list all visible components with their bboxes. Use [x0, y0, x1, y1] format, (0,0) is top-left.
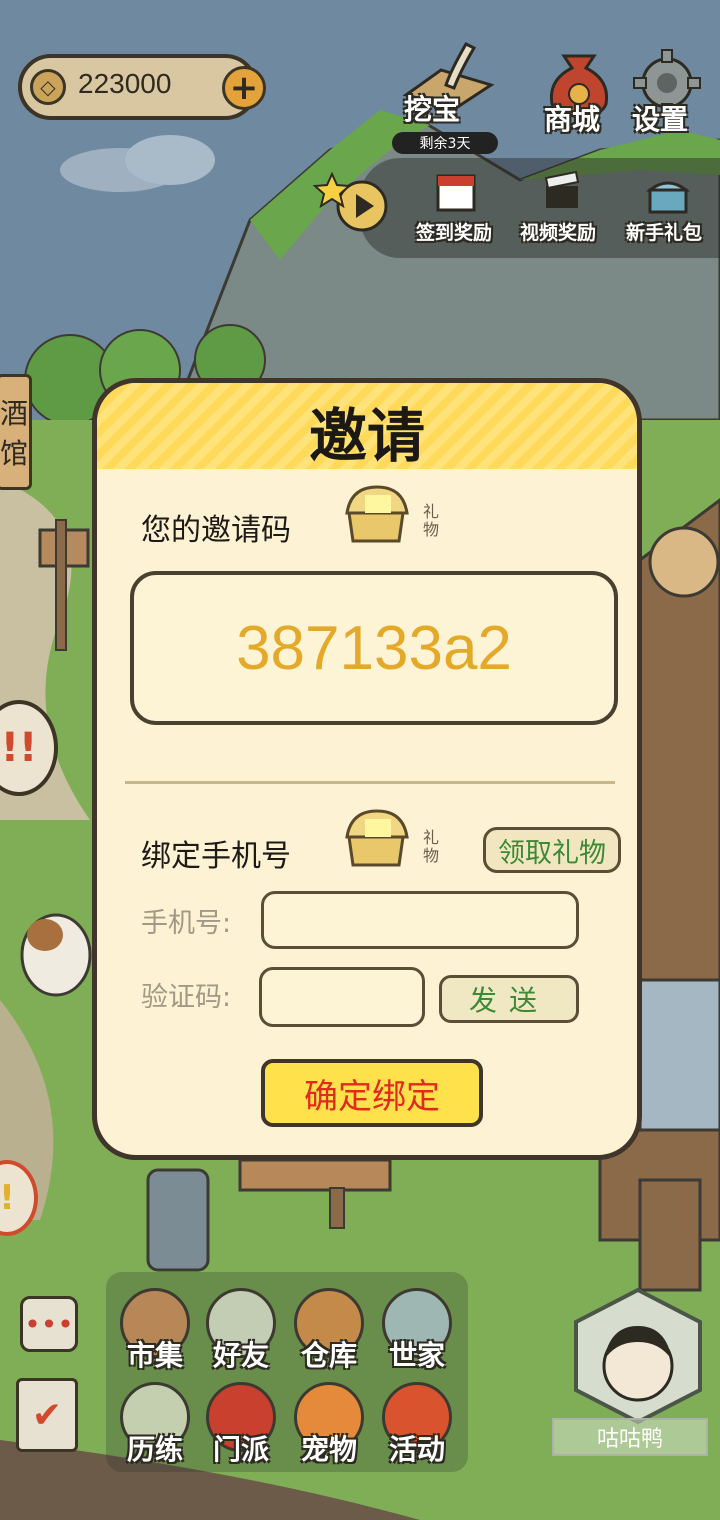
phone-label: 手机号:: [141, 908, 232, 939]
treasure-remaining-badge: 剩余3天: [392, 132, 498, 154]
bind-gift-chest-icon: [345, 809, 409, 867]
menu-warehouse[interactable]: 仓库: [284, 1288, 374, 1378]
add-currency-button[interactable]: +: [222, 66, 266, 110]
currency-amount: 223000: [78, 68, 172, 99]
tavern-sign-line1: 酒: [0, 397, 28, 430]
newbie-gift-button[interactable]: 新手礼包: [622, 170, 714, 250]
calendar-icon: [436, 174, 476, 212]
chat-icon: •••: [24, 1307, 74, 1341]
verify-code-input[interactable]: [259, 967, 425, 1027]
send-code-button[interactable]: 发送: [439, 975, 579, 1023]
checkmark-icon: ✔: [31, 1394, 63, 1436]
task-button[interactable]: ✔: [16, 1378, 78, 1452]
chest-icon: [646, 181, 690, 214]
menu-events[interactable]: 活动: [372, 1382, 462, 1472]
video-reward-button[interactable]: 视频奖励: [516, 170, 608, 250]
gift-chest-icon: [345, 485, 409, 543]
chat-button[interactable]: •••: [20, 1296, 78, 1352]
menu-sect-label: 门派: [212, 1433, 269, 1466]
claim-gift-button[interactable]: 领取礼物: [483, 827, 621, 873]
tavern-sign-line2: 馆: [0, 437, 28, 470]
shop-label: 商城: [544, 103, 601, 136]
menu-pet-label: 宠物: [300, 1433, 357, 1466]
menu-clan-label: 世家: [388, 1339, 445, 1372]
menu-training-label: 历练: [126, 1433, 183, 1466]
phone-input[interactable]: [261, 891, 579, 949]
shop-button[interactable]: 商城: [538, 48, 618, 138]
section-divider: [125, 781, 615, 784]
dialog-title: 邀请: [308, 402, 425, 470]
confirm-bind-button[interactable]: 确定绑定: [261, 1059, 483, 1127]
invite-dialog: 邀请 您的邀请码 礼物 387133a2 绑定手机号 礼物 领取礼物 手机号: …: [92, 378, 642, 1160]
menu-training[interactable]: 历练: [110, 1382, 200, 1472]
menu-events-label: 活动: [388, 1433, 445, 1466]
video-reward-label: 视频奖励: [520, 222, 597, 244]
signin-reward-label: 签到奖励: [416, 222, 493, 244]
menu-sect[interactable]: 门派: [196, 1382, 286, 1472]
invite-code-label: 您的邀请码: [141, 513, 291, 548]
treasure-label: 挖宝: [404, 93, 461, 126]
settings-label: 设置: [632, 103, 689, 136]
menu-friends-label: 好友: [212, 1339, 269, 1372]
menu-warehouse-label: 仓库: [300, 1339, 357, 1372]
star-play-icon: [312, 171, 388, 232]
menu-market-label: 市集: [126, 1339, 183, 1372]
invite-code-display: 387133a2: [130, 571, 618, 725]
menu-market[interactable]: 市集: [110, 1288, 200, 1378]
settings-button[interactable]: 设置: [628, 48, 708, 138]
player-avatar[interactable]: [570, 1286, 706, 1426]
menu-friends[interactable]: 好友: [196, 1288, 286, 1378]
gift-label: 礼物: [423, 502, 440, 539]
bind-gift-label: 礼物: [423, 828, 440, 865]
newbie-gift-label: 新手礼包: [626, 222, 703, 244]
treasure-button[interactable]: 挖宝: [396, 40, 500, 130]
verify-code-label: 验证码:: [141, 982, 232, 1013]
tavern-sign[interactable]: 酒 馆: [0, 374, 32, 490]
clapperboard-icon: [544, 170, 580, 208]
bind-phone-label: 绑定手机号: [141, 839, 291, 874]
player-name: 咕咕鸭: [552, 1418, 708, 1456]
video-play-button[interactable]: [312, 170, 392, 240]
signin-reward-button[interactable]: 签到奖励: [410, 170, 500, 250]
coin-icon: ◇: [30, 69, 66, 105]
menu-clan[interactable]: 世家: [372, 1288, 462, 1378]
menu-pet[interactable]: 宠物: [284, 1382, 374, 1472]
